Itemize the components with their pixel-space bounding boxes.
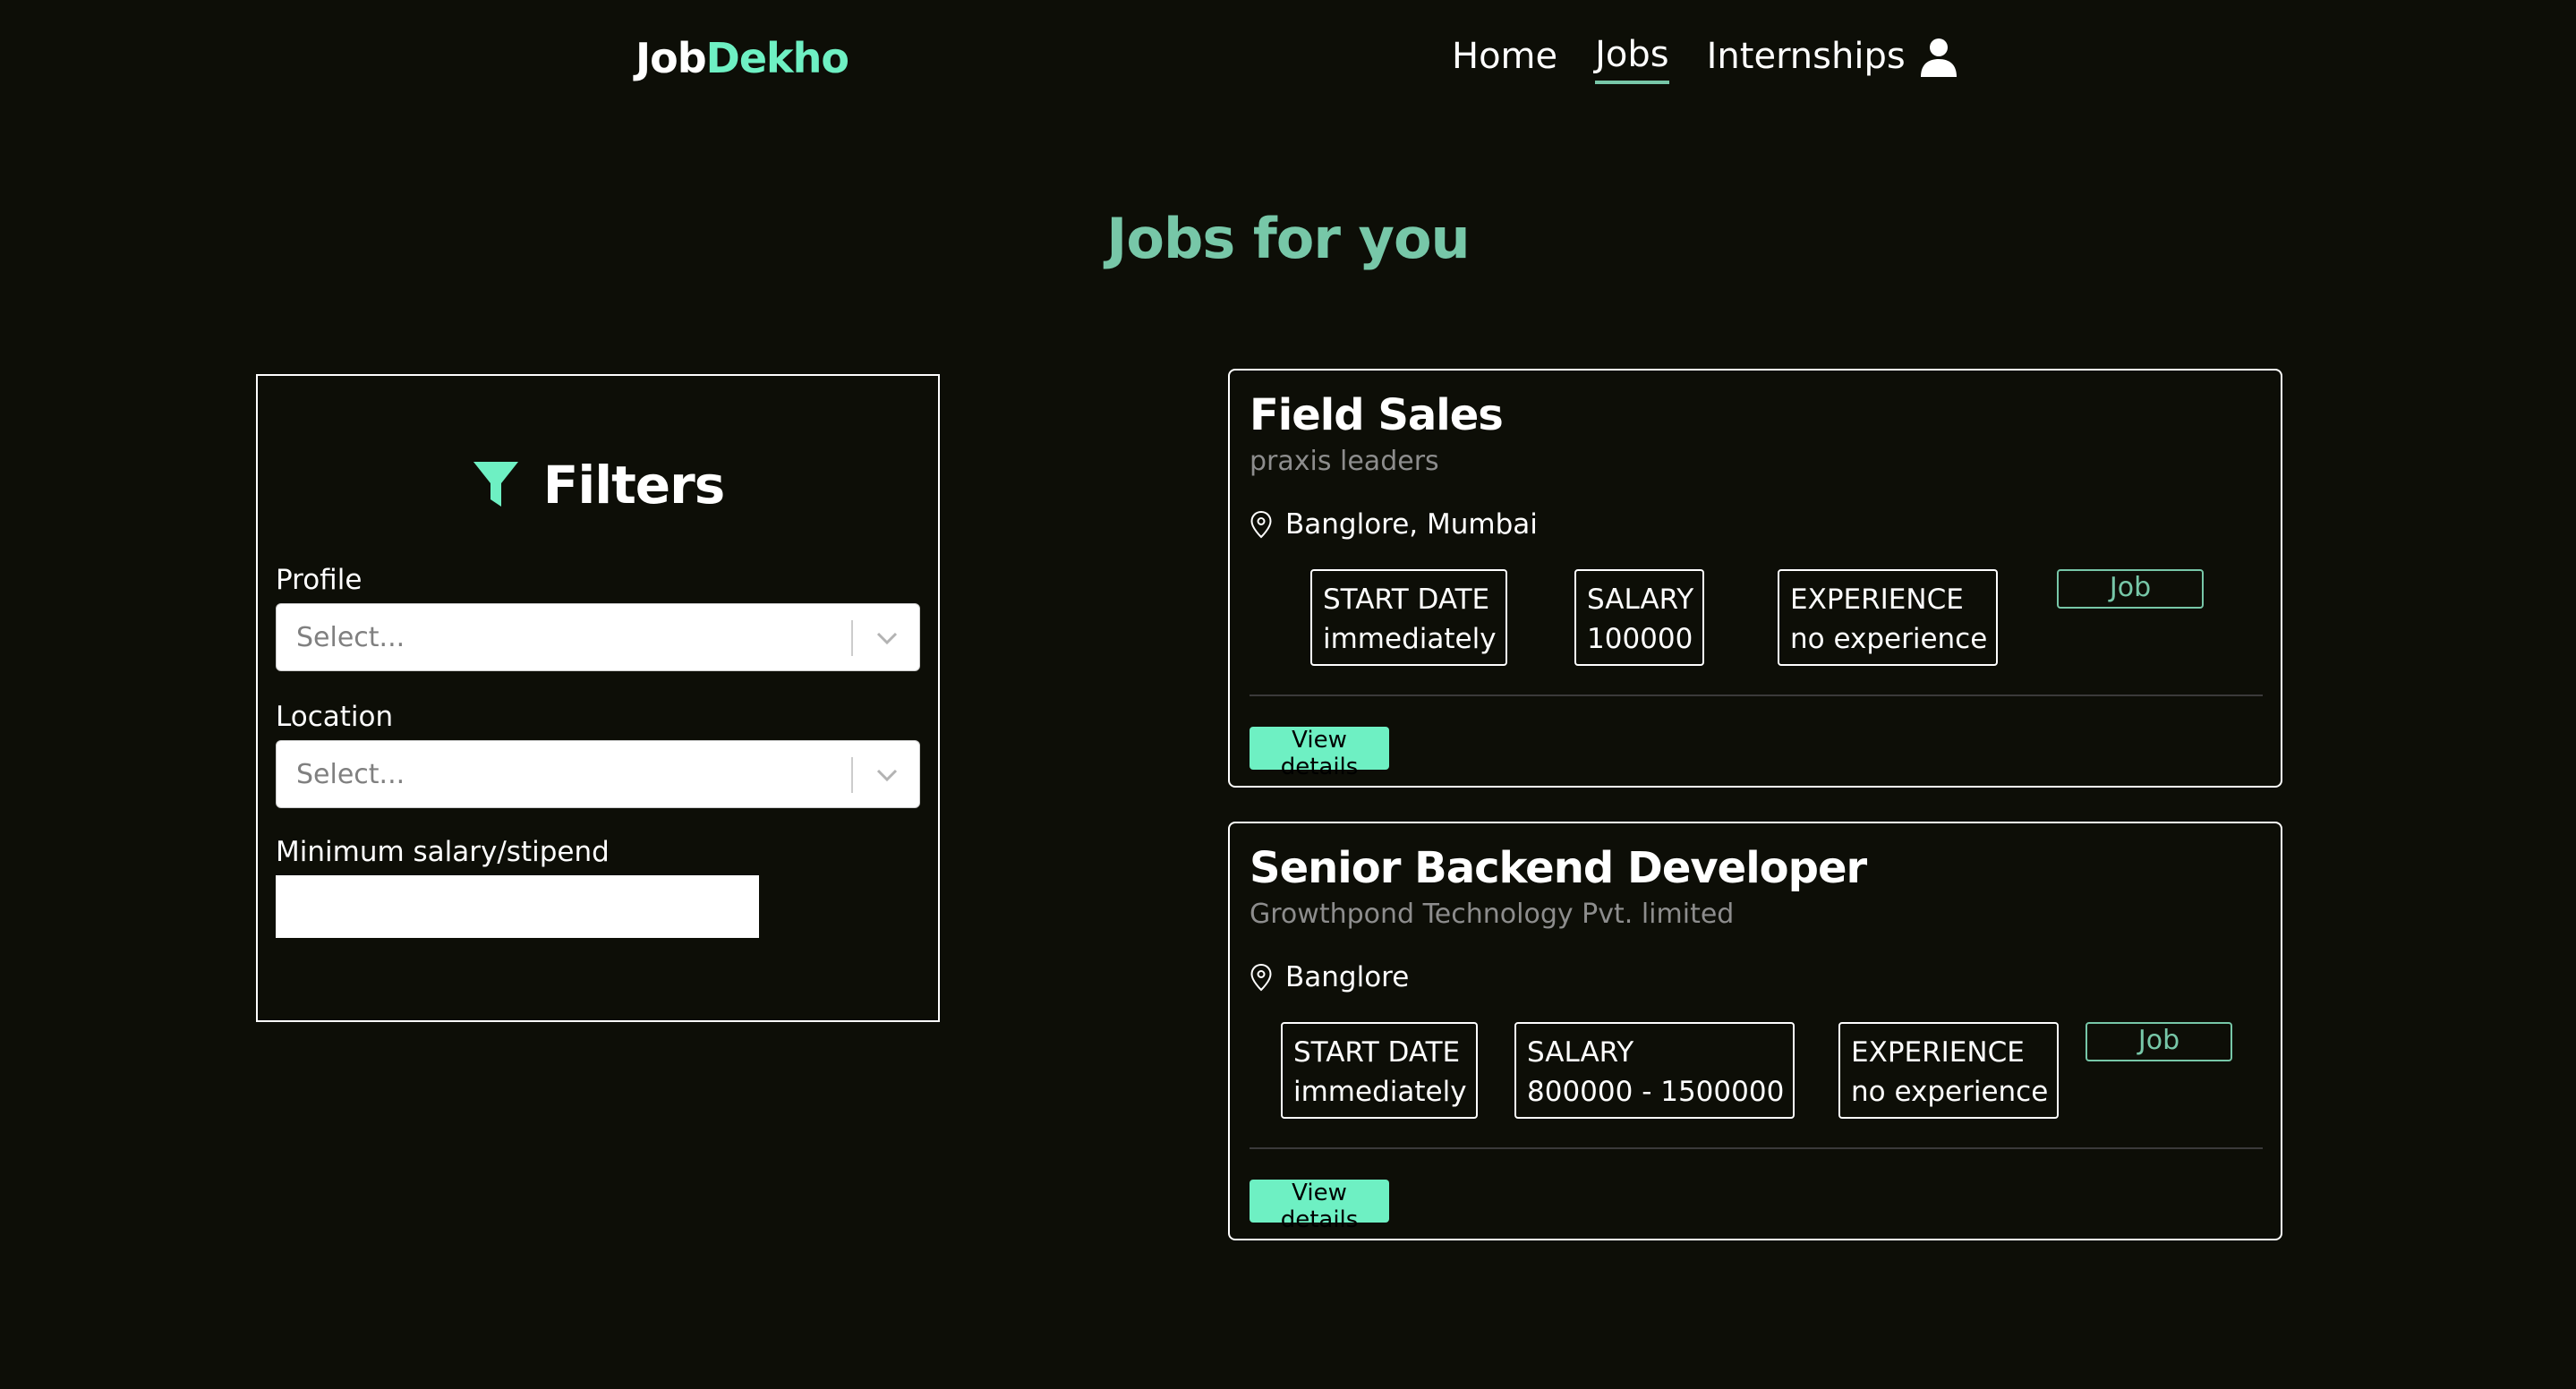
profile-select-separator bbox=[851, 620, 853, 656]
salary-box: SALARY 800000 - 1500000 bbox=[1514, 1022, 1796, 1119]
location-select-separator bbox=[851, 757, 853, 793]
job-company: Growthpond Technology Pvt. limited bbox=[1250, 899, 1735, 930]
salary-value: 800000 - 1500000 bbox=[1527, 1076, 1785, 1108]
job-location-text: Banglore, Mumbai bbox=[1285, 508, 1538, 541]
brand-logo[interactable]: JobDekho bbox=[635, 34, 849, 82]
job-card: Field Sales praxis leaders Banglore, Mum… bbox=[1228, 369, 2282, 788]
filters-panel: Filters Profile Select... Location Selec… bbox=[256, 374, 940, 1022]
profile-label: Profile bbox=[276, 564, 363, 596]
experience-value: no experience bbox=[1790, 623, 1988, 655]
start-date-label: START DATE bbox=[1293, 1036, 1461, 1069]
min-salary-input[interactable] bbox=[276, 875, 759, 938]
location-select-placeholder: Select... bbox=[296, 759, 405, 790]
start-date-value: immediately bbox=[1323, 623, 1497, 655]
job-location: Banglore bbox=[1250, 961, 1409, 993]
job-type-badge: Job bbox=[2057, 569, 2204, 609]
experience-label: EXPERIENCE bbox=[1851, 1036, 2025, 1069]
job-title: Field Sales bbox=[1250, 390, 1504, 440]
start-date-box: START DATE immediately bbox=[1281, 1022, 1478, 1119]
location-pin-icon bbox=[1250, 510, 1272, 539]
experience-box: EXPERIENCE no experience bbox=[1838, 1022, 2060, 1119]
salary-value: 100000 bbox=[1587, 623, 1693, 655]
nav-link-home[interactable]: Home bbox=[1452, 36, 1557, 82]
filters-header: Filters bbox=[258, 455, 938, 516]
salary-label: SALARY bbox=[1587, 584, 1694, 616]
filter-icon bbox=[473, 462, 518, 507]
start-date-value: immediately bbox=[1293, 1076, 1467, 1108]
profile-select-placeholder: Select... bbox=[296, 622, 405, 653]
user-icon[interactable] bbox=[1920, 38, 1958, 77]
salary-label: SALARY bbox=[1527, 1036, 1634, 1069]
job-company: praxis leaders bbox=[1250, 446, 1439, 477]
chevron-down-icon[interactable] bbox=[874, 764, 900, 786]
experience-value: no experience bbox=[1851, 1076, 2049, 1108]
location-label: Location bbox=[276, 701, 394, 733]
job-card: Senior Backend Developer Growthpond Tech… bbox=[1228, 822, 2282, 1240]
job-title: Senior Backend Developer bbox=[1250, 843, 1867, 893]
card-divider bbox=[1250, 1147, 2263, 1149]
job-location: Banglore, Mumbai bbox=[1250, 508, 1538, 541]
card-divider bbox=[1250, 694, 2263, 696]
location-select[interactable]: Select... bbox=[276, 740, 920, 808]
location-pin-icon bbox=[1250, 963, 1272, 992]
min-salary-label: Minimum salary/stipend bbox=[276, 836, 610, 868]
nav-links: Home Jobs Internships bbox=[1452, 34, 1943, 84]
experience-label: EXPERIENCE bbox=[1790, 584, 1964, 616]
filters-title: Filters bbox=[542, 455, 726, 516]
job-location-text: Banglore bbox=[1285, 961, 1410, 993]
top-navbar: JobDekho Home Jobs Internships bbox=[0, 0, 2576, 116]
nav-link-jobs[interactable]: Jobs bbox=[1595, 34, 1669, 84]
view-details-button[interactable]: View details bbox=[1250, 1180, 1389, 1233]
brand-logo-part1: Job bbox=[635, 34, 707, 82]
salary-box: SALARY 100000 bbox=[1574, 569, 1705, 666]
view-details-button[interactable]: View details bbox=[1250, 727, 1389, 780]
start-date-label: START DATE bbox=[1323, 584, 1490, 616]
brand-logo-part2: Dekho bbox=[705, 34, 849, 82]
page-title: Jobs for you bbox=[1106, 206, 1470, 271]
start-date-box: START DATE immediately bbox=[1310, 569, 1507, 666]
nav-link-internships[interactable]: Internships bbox=[1707, 36, 1906, 82]
profile-select[interactable]: Select... bbox=[276, 603, 920, 671]
experience-box: EXPERIENCE no experience bbox=[1778, 569, 1999, 666]
job-type-badge: Job bbox=[2086, 1022, 2232, 1061]
chevron-down-icon[interactable] bbox=[874, 627, 900, 649]
